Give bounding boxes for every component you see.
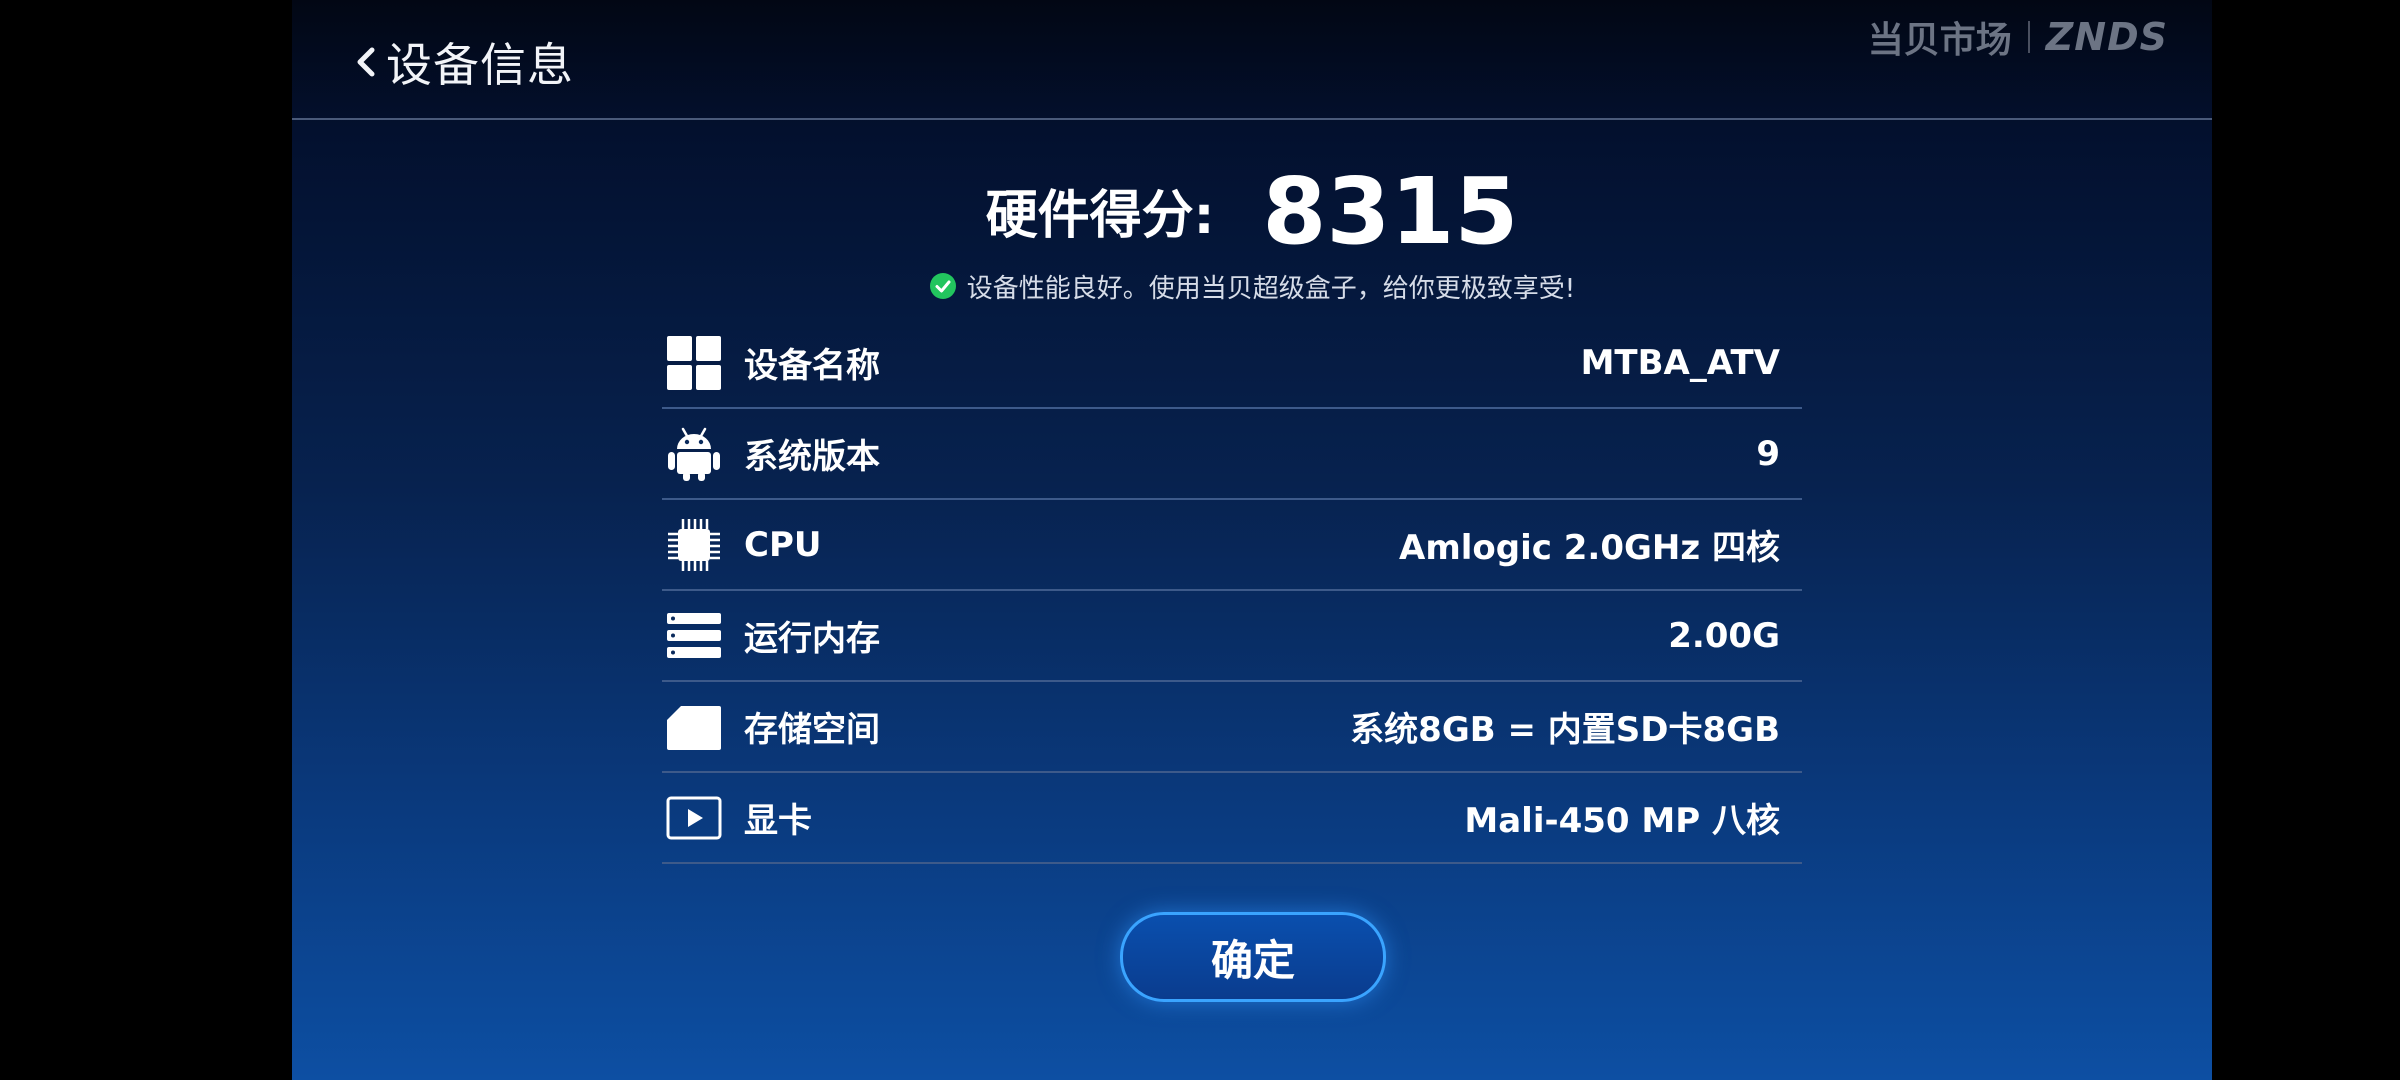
row-cpu: CPU Amlogic 2.0GHz 四核 bbox=[662, 500, 1802, 591]
row-value: MTBA_ATV bbox=[1580, 342, 1780, 383]
sd-card-icon bbox=[664, 697, 724, 757]
confirm-button[interactable]: 确定 bbox=[1120, 912, 1386, 1002]
chevron-left-icon bbox=[357, 47, 375, 77]
grid-icon bbox=[664, 333, 724, 393]
brand-en: ZNDS bbox=[2045, 15, 2168, 59]
video-play-icon bbox=[664, 788, 724, 848]
status-text: 设备性能良好。使用当贝超级盒子，给你更极致享受! bbox=[966, 273, 1576, 304]
row-gpu: 显卡 Mali-450 MP 八核 bbox=[662, 773, 1802, 864]
device-info-list: 设备名称 MTBA_ATV 系统版本 9 CPU Amlogic 2.0GHz … bbox=[662, 318, 1802, 864]
status-message: 设备性能良好。使用当贝超级盒子，给你更极致享受! bbox=[292, 268, 2212, 304]
score-value: 8315 bbox=[1262, 158, 1519, 265]
top-bar: 设备信息 当贝市场 ZNDS bbox=[292, 0, 2212, 120]
cpu-chip-icon bbox=[664, 515, 724, 575]
score-label: 硬件得分: bbox=[985, 186, 1215, 246]
row-value: 9 bbox=[1756, 433, 1780, 474]
row-value: 2.00G bbox=[1668, 615, 1780, 656]
row-label: 运行内存 bbox=[744, 619, 880, 659]
device-info-screen: 设备信息 当贝市场 ZNDS 硬件得分: 8315 设备性能良好。使用当贝超级盒… bbox=[292, 0, 2212, 1080]
brand-divider bbox=[2027, 21, 2030, 53]
hardware-score: 硬件得分: 8315 bbox=[292, 150, 2212, 260]
check-circle-icon bbox=[929, 273, 956, 299]
memory-icon bbox=[664, 606, 724, 666]
row-label: CPU bbox=[744, 524, 822, 565]
row-value: Mali-450 MP 八核 bbox=[1464, 801, 1780, 841]
row-storage: 存储空间 系统8GB = 内置SD卡8GB bbox=[662, 682, 1802, 773]
row-device-name: 设备名称 MTBA_ATV bbox=[662, 318, 1802, 409]
row-memory: 运行内存 2.00G bbox=[662, 591, 1802, 682]
row-value: 系统8GB = 内置SD卡8GB bbox=[1350, 710, 1780, 750]
row-value: Amlogic 2.0GHz 四核 bbox=[1399, 528, 1780, 568]
row-system-version: 系统版本 9 bbox=[662, 409, 1802, 500]
brand-logo: 当贝市场 ZNDS bbox=[1867, 14, 2168, 61]
back-button[interactable]: 设备信息 bbox=[350, 30, 574, 94]
brand-cn: 当贝市场 bbox=[1867, 20, 2012, 61]
row-label: 显卡 bbox=[744, 801, 812, 841]
row-label: 存储空间 bbox=[744, 710, 880, 750]
android-icon bbox=[664, 424, 724, 484]
row-label: 设备名称 bbox=[744, 346, 880, 386]
row-label: 系统版本 bbox=[744, 437, 880, 477]
page-title: 设备信息 bbox=[386, 38, 574, 92]
